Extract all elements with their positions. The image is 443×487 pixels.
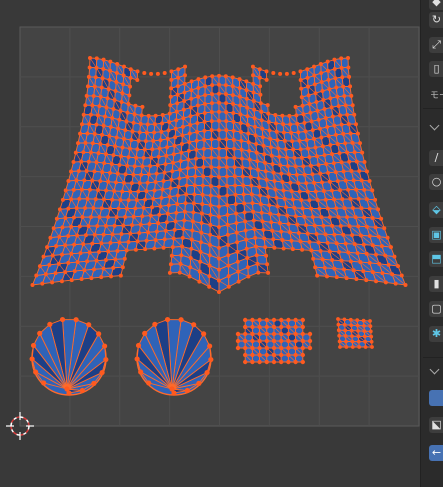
relax-icon[interactable]: ⬒ [429, 251, 443, 267]
snap-icon[interactable]: ⬕ [429, 417, 443, 433]
rip-icon[interactable]: ⬙ [429, 202, 443, 218]
uv-canvas[interactable] [0, 0, 420, 487]
annotate-icon[interactable]: ∕ [429, 150, 443, 166]
grab-icon[interactable]: ▣ [429, 227, 443, 243]
chevron-down-icon[interactable] [429, 120, 440, 131]
uv-editor-window: ◆ ↻ ⤢ ▯ モー ∕ ○ ⬙ ▣ ⬒ ▮ ▢ ✱ ⬕ ← [0, 0, 443, 487]
uv-editor-viewport[interactable] [0, 0, 420, 487]
island-strip [336, 317, 374, 349]
pinch-icon[interactable]: ▮ [429, 276, 443, 292]
chevron-down-icon[interactable] [429, 364, 440, 375]
transform-icon[interactable]: ▯ [429, 61, 443, 77]
mode-label: モー [430, 91, 443, 101]
island-bodice [30, 56, 408, 294]
scale-icon[interactable]: ⤢ [429, 37, 443, 53]
uv-sync-icon[interactable]: ✱ [429, 326, 443, 342]
tool-side-strip: ◆ ↻ ⤢ ▯ モー ∕ ○ ⬙ ▣ ⬒ ▮ ▢ ✱ ⬕ ← [420, 0, 443, 487]
arrow-icon[interactable]: ← [429, 445, 443, 461]
select-box-icon[interactable]: ▢ [429, 301, 443, 317]
island-icon[interactable] [429, 390, 443, 406]
move-icon[interactable]: ◆ [429, 0, 443, 10]
cursor-circle-icon[interactable]: ○ [429, 174, 443, 190]
island-cluster [235, 317, 313, 365]
rotate-icon[interactable]: ↻ [429, 12, 443, 28]
